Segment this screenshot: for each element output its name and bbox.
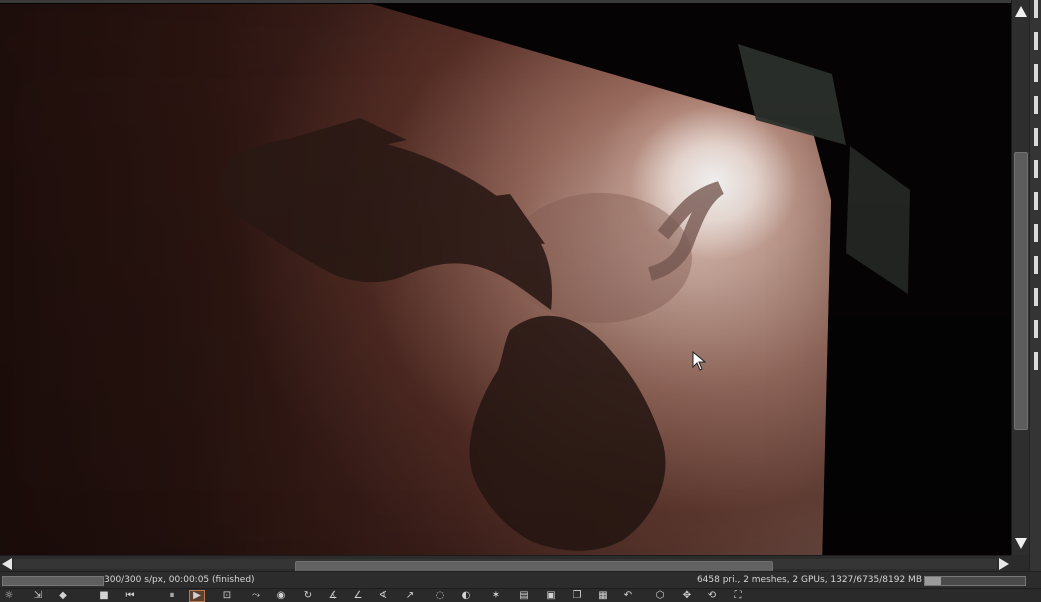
globe-icon[interactable]: ◌ — [433, 591, 447, 601]
panel-tab-marker — [1034, 160, 1038, 178]
background-panel-1 — [738, 44, 846, 145]
undo-icon[interactable]: ↶ — [621, 591, 635, 601]
plant-foliage — [220, 118, 666, 551]
status-bar: 300/300 s/px, 00:00:05 (finished) 6458 p… — [0, 571, 1041, 589]
axis-icon-3[interactable]: ∢ — [376, 591, 390, 601]
pan-icon[interactable]: ✥ — [680, 591, 694, 601]
horizontal-scrollbar[interactable] — [0, 555, 1011, 575]
scene-stats-text: 6458 pri., 2 meshes, 2 GPUs, 1327/6735/8… — [696, 575, 922, 585]
rotate-icon[interactable]: ↻ — [301, 591, 315, 601]
scroll-right-icon[interactable] — [999, 558, 1009, 570]
region-icon[interactable]: ⊡ — [220, 591, 234, 601]
clipboard-icon[interactable]: ▤ — [517, 591, 531, 601]
vertical-scrollbar[interactable] — [1011, 0, 1030, 555]
window-top-border — [0, 0, 1041, 3]
panel-tab-marker — [1034, 320, 1038, 338]
contrast-icon[interactable]: ◐ — [459, 591, 473, 601]
orbit-icon[interactable]: ⟲ — [705, 591, 719, 601]
panel-tab-marker — [1034, 288, 1038, 306]
cube-icon[interactable]: ⬡ — [653, 591, 667, 601]
horizontal-scroll-track[interactable] — [14, 559, 997, 575]
render-progress-bar — [2, 576, 104, 586]
panel-tab-marker — [1034, 0, 1038, 18]
memory-usage-bar — [924, 576, 1026, 586]
scroll-down-icon[interactable] — [1015, 538, 1027, 549]
render-viewport[interactable] — [0, 0, 1011, 555]
scroll-up-icon[interactable] — [1015, 6, 1027, 17]
panel-tab-marker — [1034, 352, 1038, 370]
render-status-text: 300/300 s/px, 00:00:05 (finished) — [104, 575, 255, 585]
sun-icon[interactable]: ✶ — [489, 591, 503, 601]
axis-icon-2[interactable]: ∠ — [351, 591, 365, 601]
panel-tab-marker — [1034, 32, 1038, 50]
right-panel-edge — [1029, 0, 1041, 571]
layer-icon[interactable]: ◆ — [56, 591, 70, 601]
bottom-toolbar: ☼ ⇲ ◆ ■ ⏮ ⏸ ▶ ⊡ ⤳ ◉ ↻ ∡ ∠ ∢ ↗ ◌ ◐ ✶ ▤ ▣ … — [0, 588, 1041, 602]
axis-icon-1[interactable]: ∡ — [326, 591, 340, 601]
memory-usage-fill — [925, 577, 941, 585]
move-icon[interactable]: ⇲ — [31, 591, 45, 601]
mouse-cursor-icon — [692, 351, 706, 371]
scroll-left-icon[interactable] — [2, 558, 12, 570]
axis-icon-4[interactable]: ↗ — [403, 591, 417, 601]
fullscreen-icon[interactable]: ⛶ — [731, 591, 745, 601]
render-settings-icon[interactable]: ☼ — [2, 591, 16, 601]
panel-tab-marker — [1034, 64, 1038, 82]
copy-icon[interactable]: ❐ — [570, 591, 584, 601]
stop-icon[interactable]: ■ — [97, 591, 111, 601]
panel-tab-marker — [1034, 192, 1038, 210]
rewind-icon[interactable]: ⏮ — [123, 591, 137, 601]
panel-tab-marker — [1034, 256, 1038, 274]
scene-silhouettes — [220, 44, 910, 551]
panel-tab-marker — [1034, 96, 1038, 114]
image-icon[interactable]: ▣ — [544, 591, 558, 601]
panel-tab-marker — [1034, 224, 1038, 242]
curve-icon-1[interactable]: ⤳ — [249, 591, 263, 601]
background-panel-2 — [846, 146, 910, 294]
vertical-scroll-thumb[interactable] — [1014, 152, 1028, 430]
panel-tab-marker — [1034, 128, 1038, 146]
camera-icon[interactable]: ◉ — [274, 591, 288, 601]
pause-icon[interactable]: ⏸ — [165, 591, 179, 601]
play-icon[interactable]: ▶ — [189, 590, 205, 602]
checker-icon[interactable]: ▦ — [596, 591, 610, 601]
